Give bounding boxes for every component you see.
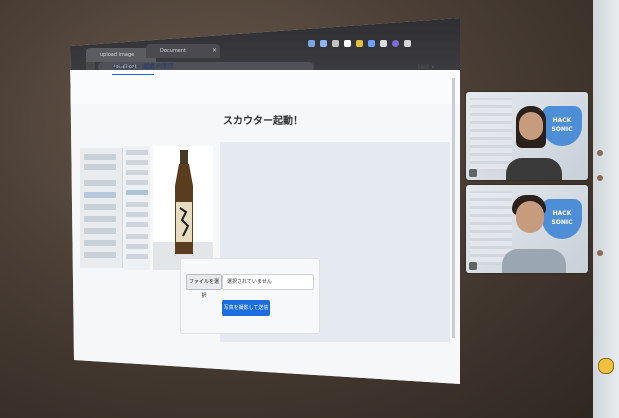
user-menu[interactable]: test ▾ — [418, 64, 434, 71]
file-list — [124, 146, 150, 270]
tab-label: Document — [160, 48, 186, 54]
participant-face — [519, 112, 543, 140]
participant-name-tag — [469, 262, 477, 270]
video-tile-1: HACK SONIC — [466, 92, 588, 180]
home-icon[interactable] — [86, 62, 95, 70]
file-status-field: 選択されていません — [222, 274, 314, 290]
file-sidebar — [80, 148, 123, 268]
banner-text: HACK SONIC — [551, 117, 573, 133]
participant-face — [516, 201, 544, 233]
nav-second[interactable]: 絵名画面医 — [144, 61, 174, 70]
extension-icons — [308, 40, 458, 54]
image-preview — [153, 146, 213, 270]
close-icon[interactable]: × — [212, 44, 217, 58]
video-tile-2: HACK SONIC — [466, 185, 588, 273]
sake-bottle-image — [153, 150, 213, 270]
adjacent-screen-edge — [593, 0, 619, 418]
banner-text: HACK SONIC — [551, 210, 573, 226]
page-title: スカウター起動！ — [223, 116, 303, 127]
heart-logo: HACK SONIC — [542, 106, 582, 146]
capture-submit-button[interactable]: 写真を撮影して送信 — [222, 300, 270, 316]
choose-file-button[interactable]: ファイルを選択 — [186, 274, 222, 299]
tab-label: upload image — [100, 52, 135, 58]
tab-document[interactable]: Document × — [146, 44, 220, 58]
participant-name-tag — [469, 169, 477, 177]
heart-logo: HACK SONIC — [542, 199, 582, 239]
app-header — [70, 70, 460, 104]
avatar-icon — [598, 358, 614, 374]
projected-screen: upload image × Document × localhost スカウタ… — [70, 18, 460, 384]
scrollbar[interactable] — [452, 78, 455, 338]
